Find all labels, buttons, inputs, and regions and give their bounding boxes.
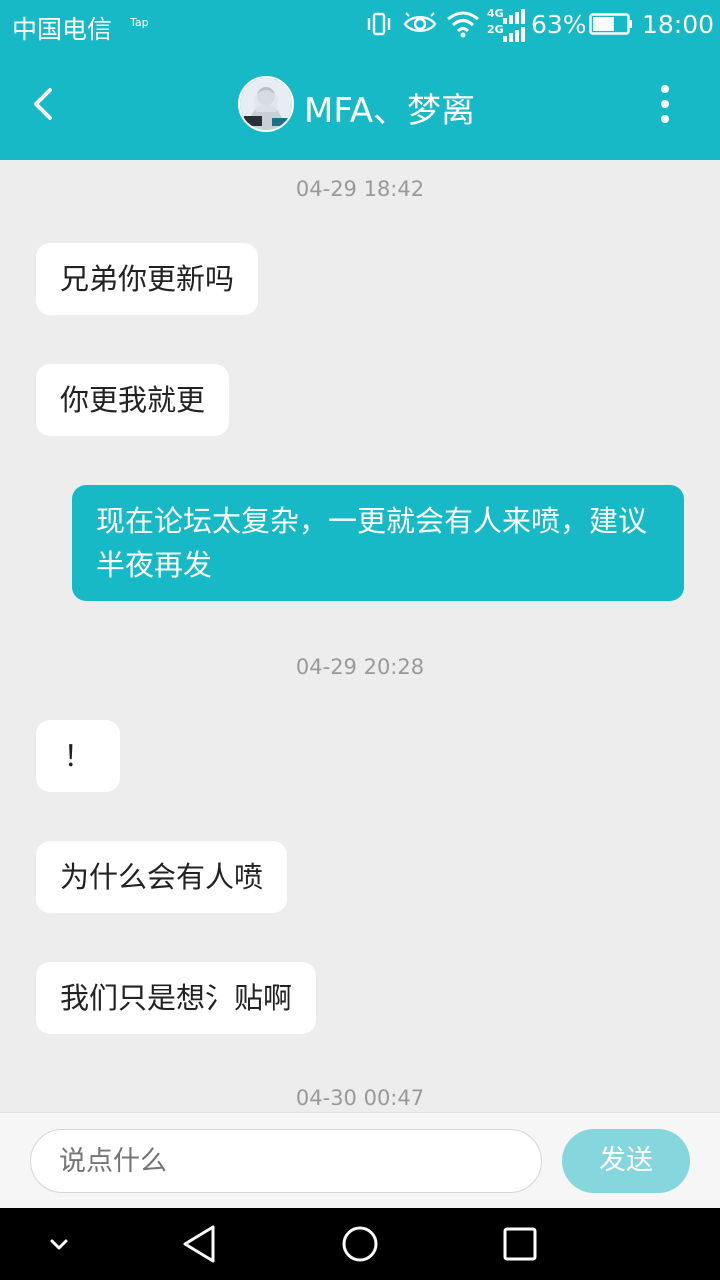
message-list[interactable]: 04-29 18:42 兄弟你更新吗 你更我就更 现在论坛太复杂，一更就会有人来… bbox=[0, 160, 720, 1112]
status-bar: 中国电信 Tap 4G 2G 63% 18:00 bbox=[0, 0, 720, 50]
recents-square-icon[interactable] bbox=[500, 1224, 540, 1264]
cellular-signal-icon: 4G 2G bbox=[487, 6, 529, 42]
incoming-message[interactable]: 你更我就更 bbox=[36, 364, 230, 436]
incoming-message[interactable]: ！ bbox=[36, 720, 120, 792]
carrier-badge: Tap bbox=[130, 16, 149, 29]
clock: 18:00 bbox=[642, 10, 715, 39]
vibrate-icon bbox=[367, 12, 391, 36]
chevron-down-icon[interactable] bbox=[44, 1230, 74, 1260]
avatar[interactable] bbox=[238, 76, 294, 132]
incoming-message[interactable]: 兄弟你更新吗 bbox=[36, 243, 259, 315]
battery-percent: 63% bbox=[531, 10, 587, 39]
composer: 发送 bbox=[0, 1112, 720, 1208]
incoming-message[interactable]: 我们只是想氵贴啊 bbox=[36, 962, 317, 1034]
system-nav-bar bbox=[0, 1208, 720, 1280]
outgoing-message[interactable]: 现在论坛太复杂，一更就会有人来喷，建议半夜再发 bbox=[72, 485, 684, 601]
chat-title: MFA、梦离 bbox=[304, 91, 476, 131]
chevron-left-icon[interactable] bbox=[20, 80, 68, 128]
incoming-message[interactable]: 为什么会有人喷 bbox=[36, 841, 288, 913]
message-timestamp: 04-29 20:28 bbox=[295, 655, 425, 679]
more-vertical-icon[interactable] bbox=[650, 82, 680, 126]
network-type-bottom: 2G bbox=[487, 23, 504, 36]
wifi-icon bbox=[447, 11, 479, 38]
message-timestamp: 04-30 00:47 bbox=[295, 1086, 425, 1110]
back-triangle-icon[interactable] bbox=[180, 1224, 220, 1264]
battery-icon bbox=[589, 13, 632, 35]
carrier-name: 中国电信 bbox=[12, 15, 113, 44]
home-circle-icon[interactable] bbox=[340, 1224, 380, 1264]
network-type-top: 4G bbox=[487, 7, 504, 20]
message-input[interactable] bbox=[30, 1129, 542, 1193]
eye-comfort-icon bbox=[403, 12, 437, 32]
send-button[interactable]: 发送 bbox=[562, 1129, 690, 1193]
chat-header: MFA、梦离 bbox=[0, 50, 720, 160]
message-timestamp: 04-29 18:42 bbox=[295, 177, 425, 201]
